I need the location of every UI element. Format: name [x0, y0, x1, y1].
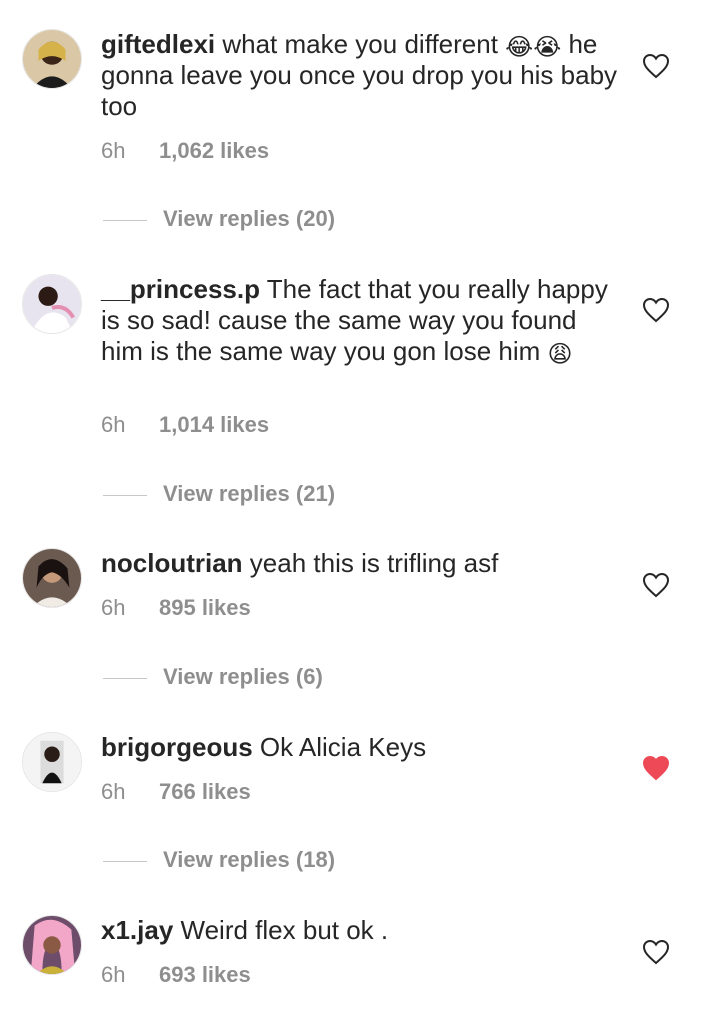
- comment-username[interactable]: giftedlexi: [101, 29, 215, 59]
- avatar[interactable]: [22, 274, 82, 334]
- comment-text: x1.jay Weird flex but ok .: [101, 915, 621, 946]
- heart-outline-icon[interactable]: [642, 53, 670, 79]
- replies-divider: [103, 677, 147, 679]
- avatar[interactable]: [22, 548, 82, 608]
- view-replies-link[interactable]: View replies (18): [103, 847, 335, 873]
- view-replies-label: View replies (6): [163, 664, 323, 689]
- avatar[interactable]: [22, 29, 82, 89]
- comment-meta: 6h 1,014 likes: [101, 412, 269, 438]
- comment-body: Weird flex but ok .: [173, 915, 389, 945]
- comment-likes[interactable]: 766 likes: [159, 779, 251, 804]
- comment-text: giftedlexi what make you different 😂😭 he…: [101, 29, 621, 122]
- view-replies-label: View replies (18): [163, 847, 336, 872]
- comment-username[interactable]: x1.jay: [101, 915, 173, 945]
- comment-likes[interactable]: 895 likes: [159, 595, 251, 620]
- comment-text: nocloutrian yeah this is trifling asf: [101, 548, 621, 579]
- comment-meta: 6h 693 likes: [101, 962, 251, 988]
- comment-meta: 6h 895 likes: [101, 595, 251, 621]
- comment-time: 6h: [101, 412, 126, 437]
- comment-text: __princess.p The fact that you really ha…: [101, 274, 621, 367]
- emoji: 😭: [533, 33, 562, 61]
- comment-meta: 6h 766 likes: [101, 779, 251, 805]
- avatar[interactable]: [22, 732, 82, 792]
- comment-time: 6h: [101, 779, 126, 804]
- view-replies-link[interactable]: View replies (6): [103, 664, 323, 690]
- replies-divider: [103, 219, 147, 221]
- view-replies-link[interactable]: View replies (20): [103, 206, 335, 232]
- comment-time: 6h: [101, 138, 126, 163]
- comment-username[interactable]: nocloutrian: [101, 548, 243, 578]
- comment-username[interactable]: __princess.p: [101, 274, 260, 304]
- comment-text: brigorgeous Ok Alicia Keys: [101, 732, 621, 763]
- replies-divider: [103, 860, 147, 862]
- replies-divider: [103, 494, 147, 496]
- emoji: 😩: [547, 340, 573, 368]
- comment-meta: 6h 1,062 likes: [101, 138, 269, 164]
- heart-filled-icon[interactable]: [642, 755, 670, 781]
- view-replies-label: View replies (20): [163, 206, 336, 231]
- heart-outline-icon[interactable]: [642, 572, 670, 598]
- comment-body: what make you different: [215, 29, 506, 59]
- comment-body: yeah this is trifling asf: [242, 548, 499, 578]
- view-replies-link[interactable]: View replies (21): [103, 481, 335, 507]
- comment-likes[interactable]: 1,062 likes: [159, 138, 269, 163]
- comment-body: Ok Alicia Keys: [252, 732, 427, 762]
- emoji: 😂: [505, 33, 534, 61]
- avatar[interactable]: [22, 915, 82, 975]
- heart-outline-icon[interactable]: [642, 297, 670, 323]
- view-replies-label: View replies (21): [163, 481, 336, 506]
- comment-likes[interactable]: 693 likes: [159, 962, 251, 987]
- comment-username[interactable]: brigorgeous: [101, 732, 253, 762]
- comment-time: 6h: [101, 595, 126, 620]
- heart-outline-icon[interactable]: [642, 939, 670, 965]
- comment-time: 6h: [101, 962, 126, 987]
- comment-likes[interactable]: 1,014 likes: [159, 412, 269, 437]
